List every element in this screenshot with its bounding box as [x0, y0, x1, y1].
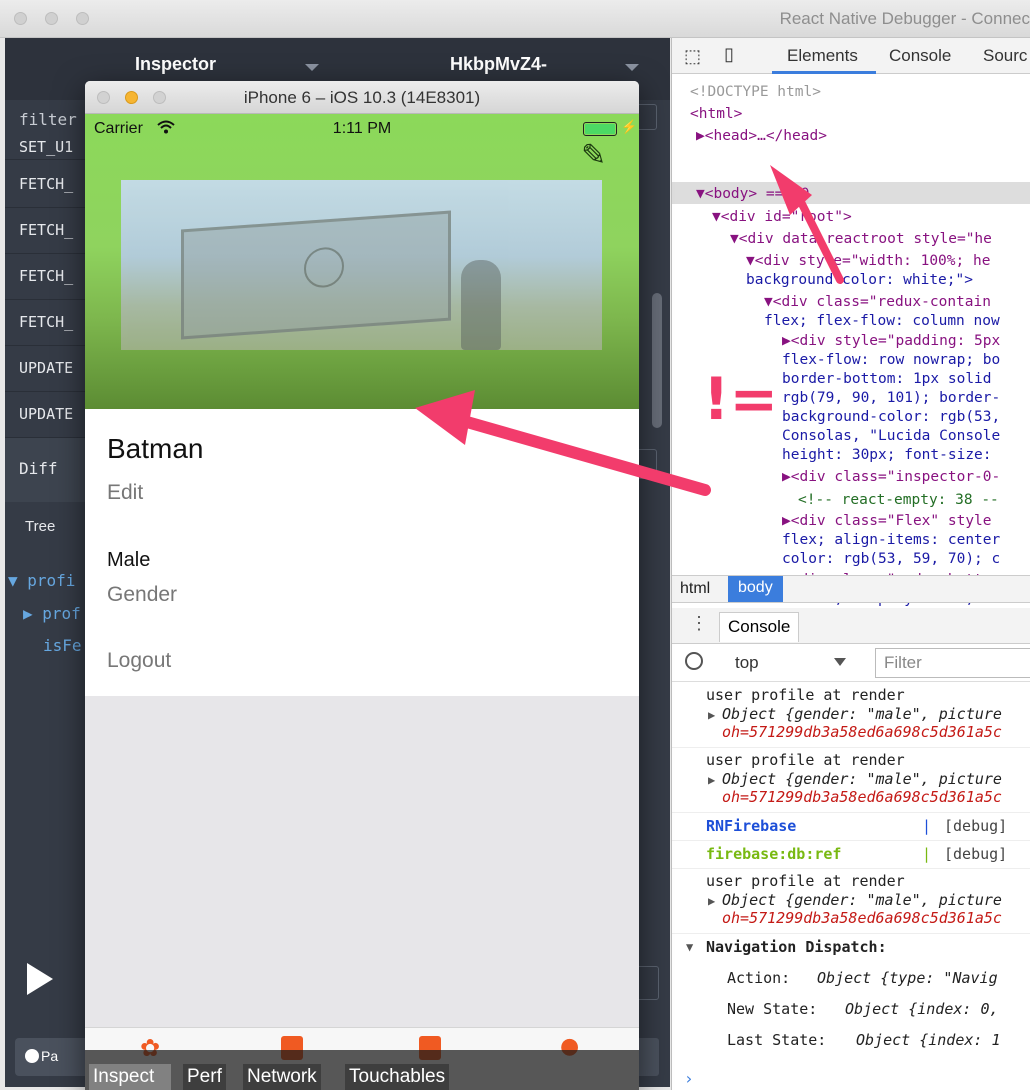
arrowhead-icon — [415, 390, 475, 445]
annotation-arrows — [415, 165, 844, 496]
not-equal-annotation: != — [703, 365, 779, 433]
app-window: React Native Debugger - Connec Inspector… — [0, 0, 1030, 1090]
arrow-to-cover — [454, 414, 711, 496]
